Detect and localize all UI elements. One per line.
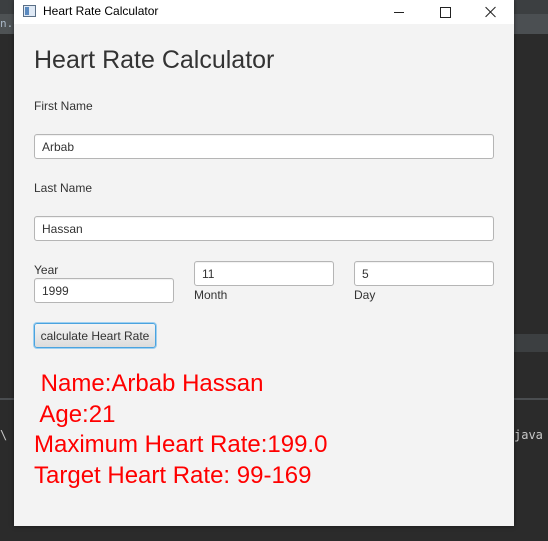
maximize-icon <box>439 6 451 18</box>
heart-rate-window: Heart Rate Calculator Heart Rate Calcula… <box>14 0 514 526</box>
first-name-field[interactable] <box>34 134 494 159</box>
result-age: Age:21 <box>34 401 116 428</box>
close-icon <box>485 6 497 18</box>
result-target-heart-rate: Target Heart Rate: 99-169 <box>34 462 312 489</box>
result-name: Name:Arbab Hassan <box>34 370 264 397</box>
last-name-field[interactable] <box>34 216 494 241</box>
title-bar[interactable]: Heart Rate Calculator <box>14 0 514 24</box>
ide-console-text-left: \ <box>0 428 8 442</box>
ide-tab-fragment-right <box>514 14 548 34</box>
minimize-icon <box>394 11 404 13</box>
calculate-heart-rate-button[interactable]: calculate Heart Rate <box>34 323 156 348</box>
ide-editor-area <box>514 34 548 334</box>
maximize-button[interactable] <box>422 0 468 24</box>
year-field[interactable] <box>34 278 174 303</box>
ide-editor-tab-fragment[interactable]: n.j <box>0 14 14 34</box>
close-button[interactable] <box>468 0 514 24</box>
year-label: Year <box>34 263 59 277</box>
month-field[interactable] <box>194 261 334 286</box>
minimize-button[interactable] <box>376 0 422 24</box>
ide-panel-header <box>514 334 548 352</box>
page-title: Heart Rate Calculator <box>34 46 275 74</box>
day-label: Day <box>354 288 376 302</box>
result-max-heart-rate: Maximum Heart Rate:199.0 <box>34 431 328 458</box>
first-name-label: First Name <box>34 99 93 113</box>
window-title: Heart Rate Calculator <box>43 4 159 18</box>
ide-console-text-right: java <box>514 428 543 442</box>
java-app-icon <box>23 5 36 17</box>
day-field[interactable] <box>354 261 494 286</box>
last-name-label: Last Name <box>34 181 93 195</box>
month-label: Month <box>194 288 228 302</box>
